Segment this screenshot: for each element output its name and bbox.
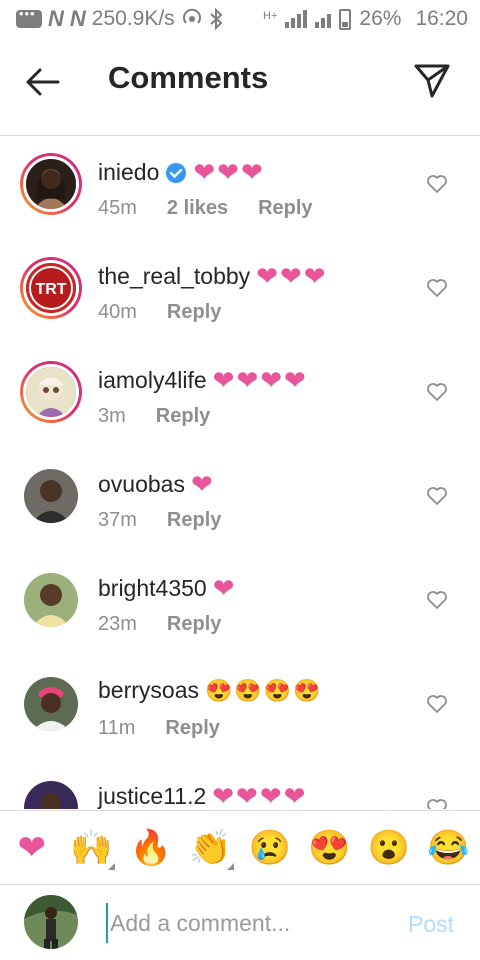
comment-time: 37m bbox=[98, 509, 137, 531]
paper-plane-icon[interactable] bbox=[412, 60, 452, 100]
post-button[interactable]: Post bbox=[408, 911, 454, 938]
comment-time: 23m bbox=[98, 613, 137, 635]
comment-username[interactable]: the_real_tobby bbox=[98, 263, 250, 290]
heart-outline-icon[interactable] bbox=[426, 797, 448, 809]
status-bar: N N 250.9K/s H+ 26% 16:20 bbox=[0, 0, 480, 38]
comment-row: justice11.2 ❤❤❤❤ bbox=[0, 761, 480, 809]
reply-button[interactable]: Reply bbox=[167, 301, 221, 324]
battery-percent: 26% bbox=[359, 7, 402, 30]
reply-button[interactable]: Reply bbox=[165, 717, 219, 740]
comment-time: 45m bbox=[98, 197, 137, 219]
comment-row: iamoly4life ❤❤❤❤ 3m Reply bbox=[0, 345, 480, 449]
comment-time: 40m bbox=[98, 301, 137, 323]
network-speed: 250.9K/s bbox=[91, 7, 175, 30]
hplus-label: H+ bbox=[263, 10, 278, 22]
heart-outline-icon[interactable] bbox=[426, 693, 448, 715]
comment-text: ❤❤❤ bbox=[256, 261, 328, 291]
trt-logo-text: TRT bbox=[35, 281, 66, 298]
emoji-clapping-button[interactable]: 👏 bbox=[184, 822, 236, 874]
emoji-heart-eyes-button[interactable]: 😍 bbox=[303, 822, 355, 874]
comment-username[interactable]: iamoly4life bbox=[98, 367, 207, 394]
heart-outline-icon[interactable] bbox=[426, 173, 448, 195]
reply-button[interactable]: Reply bbox=[167, 613, 221, 636]
comment-row: TRT the_real_tobby ❤❤❤ 40m Reply bbox=[0, 241, 480, 345]
comment-text: ❤❤❤❤ bbox=[212, 365, 308, 395]
battery-icon bbox=[339, 8, 352, 30]
verified-badge-icon bbox=[166, 162, 187, 183]
message-icon bbox=[16, 6, 42, 28]
avatar[interactable] bbox=[20, 465, 82, 527]
signal-icon-2 bbox=[315, 10, 332, 28]
comment-username[interactable]: bright4350 bbox=[98, 575, 207, 602]
comment-composer: Post bbox=[0, 884, 480, 960]
avatar[interactable] bbox=[20, 569, 82, 631]
comment-username[interactable]: berrysoas bbox=[98, 677, 199, 704]
signal-icon bbox=[285, 10, 308, 28]
comment-time: 11m bbox=[98, 717, 136, 739]
comment-row: berrysoas 😍😍😍😍 11m Reply bbox=[0, 657, 480, 761]
network-n-icon: N bbox=[48, 6, 64, 31]
bluetooth-icon bbox=[210, 8, 223, 30]
reply-button[interactable]: Reply bbox=[156, 405, 210, 428]
reply-button[interactable]: Reply bbox=[258, 197, 312, 220]
avatar[interactable]: TRT bbox=[20, 257, 82, 319]
reply-button[interactable]: Reply bbox=[167, 509, 221, 532]
avatar[interactable] bbox=[20, 673, 82, 735]
clock: 16:20 bbox=[415, 7, 468, 30]
emoji-crying-button[interactable]: 😢 bbox=[244, 822, 296, 874]
comment-text: ❤ bbox=[190, 469, 215, 499]
arrow-left-icon[interactable] bbox=[22, 62, 62, 102]
hotspot-icon bbox=[182, 8, 201, 24]
comment-username[interactable]: ovuobas bbox=[98, 471, 185, 498]
avatar[interactable] bbox=[20, 361, 82, 423]
comment-text: 😍😍😍😍 bbox=[204, 677, 323, 703]
header: Comments bbox=[0, 40, 480, 136]
comment-text: ❤ bbox=[212, 573, 237, 603]
emoji-heart-button[interactable]: ❤ bbox=[6, 822, 58, 874]
heart-outline-icon[interactable] bbox=[426, 589, 448, 611]
comment-row: iniedo ❤❤❤ 45m 2 likes Reply bbox=[0, 137, 480, 241]
emoji-laughing-button[interactable]: 😂 bbox=[422, 822, 474, 874]
comment-input[interactable] bbox=[106, 903, 386, 943]
comments-list[interactable]: iniedo ❤❤❤ 45m 2 likes Reply TRT the_rea… bbox=[0, 137, 480, 809]
emoji-surprised-button[interactable]: 😮 bbox=[363, 822, 415, 874]
emoji-fire-button[interactable]: 🔥 bbox=[125, 822, 177, 874]
emoji-raised-hands-button[interactable]: 🙌 bbox=[65, 822, 117, 874]
comment-username[interactable]: iniedo bbox=[98, 159, 159, 186]
comment-row: ovuobas ❤ 37m Reply bbox=[0, 449, 480, 553]
emoji-quick-bar: ❤ 🙌 🔥 👏 😢 😍 😮 😂 bbox=[0, 810, 480, 884]
heart-outline-icon[interactable] bbox=[426, 277, 448, 299]
my-avatar bbox=[24, 895, 78, 949]
comment-row: bright4350 ❤ 23m Reply bbox=[0, 553, 480, 657]
heart-outline-icon[interactable] bbox=[426, 485, 448, 507]
network-n-icon-2: N bbox=[69, 6, 86, 31]
page-title: Comments bbox=[108, 60, 269, 95]
comment-text: ❤❤❤❤ bbox=[212, 781, 308, 809]
avatar[interactable] bbox=[20, 777, 82, 809]
comment-username[interactable]: justice11.2 bbox=[98, 783, 206, 809]
heart-outline-icon[interactable] bbox=[426, 381, 448, 403]
avatar[interactable] bbox=[20, 153, 82, 215]
comment-text: ❤❤❤ bbox=[193, 157, 265, 187]
likes-count[interactable]: 2 likes bbox=[167, 197, 228, 220]
comment-time: 3m bbox=[98, 405, 126, 427]
